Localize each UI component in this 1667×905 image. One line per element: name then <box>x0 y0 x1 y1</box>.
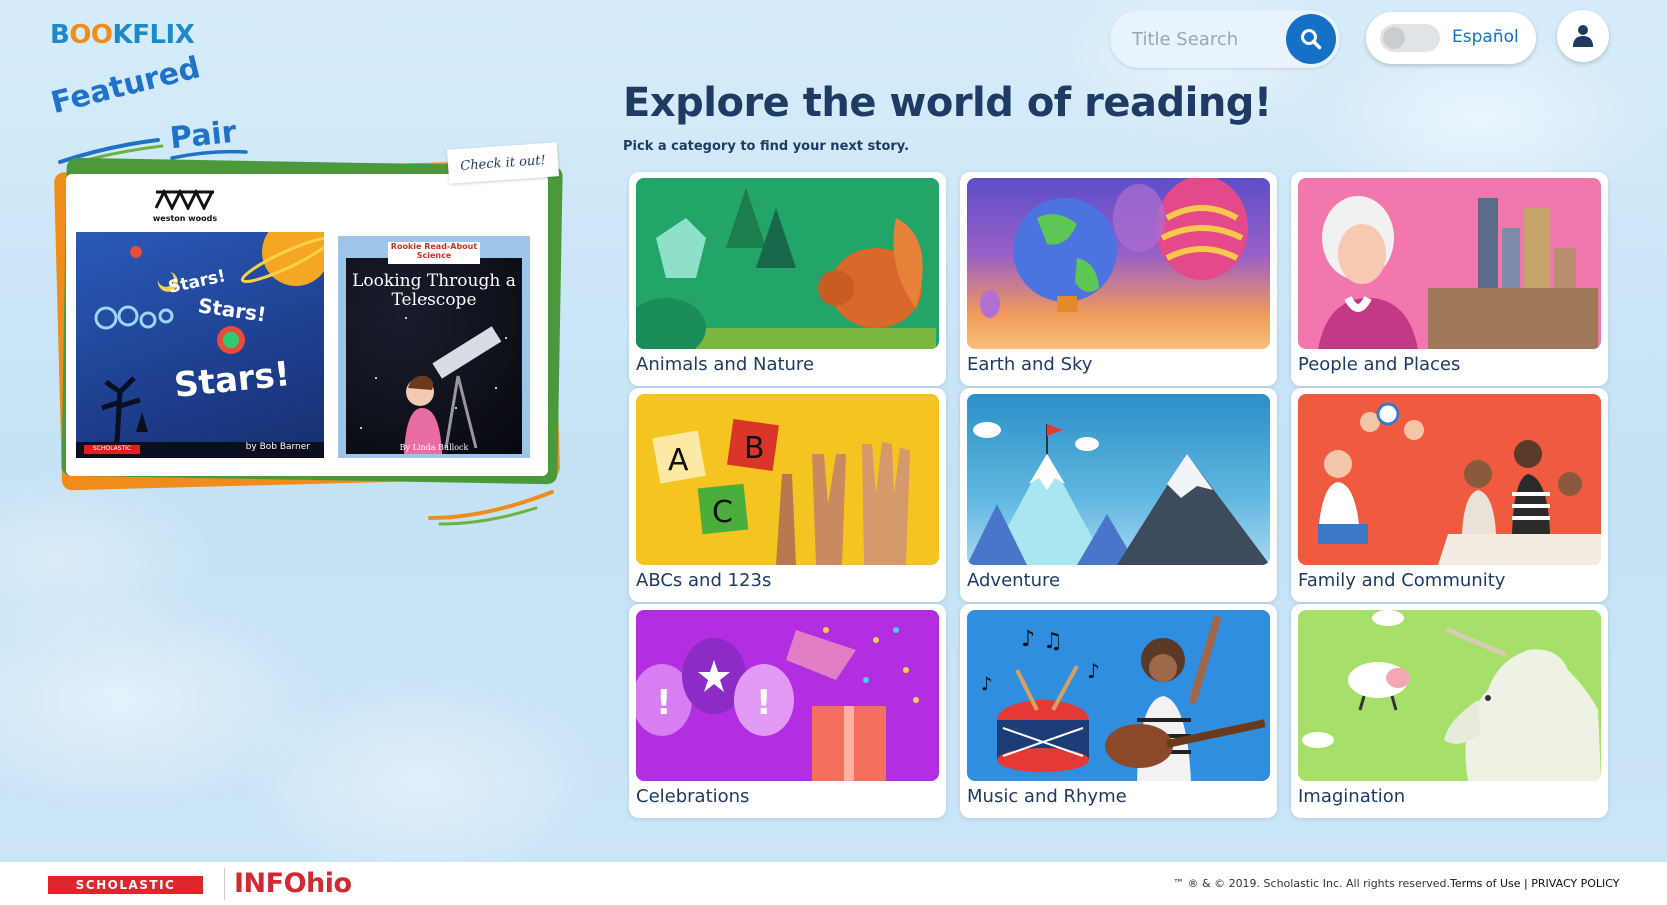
category-image-earth <box>967 178 1270 349</box>
category-image-abcs: A B C <box>636 394 939 565</box>
svg-text:♪: ♪ <box>1087 659 1100 683</box>
page-subheadline: Pick a category to find your next story. <box>623 139 910 154</box>
category-label: Adventure <box>967 570 1061 591</box>
svg-text:♫: ♫ <box>1043 629 1063 654</box>
abcs-illustration: A B C <box>652 419 910 565</box>
book2-series-label: Rookie Read-About Science <box>388 242 480 264</box>
book1-author: by Bob Barner <box>245 442 310 452</box>
earth-illustration <box>980 178 1248 318</box>
page-headline: Explore the world of reading! <box>623 80 1272 126</box>
logo-letter-b: B <box>50 20 70 50</box>
category-label: ABCs and 123s <box>636 570 772 591</box>
bookflix-logo[interactable]: BOOKFLIX <box>50 20 195 50</box>
footer-links: Terms of Use | PRIVACY POLICY <box>1450 877 1620 890</box>
svg-text:B: B <box>744 431 765 466</box>
svg-text:C: C <box>712 495 733 530</box>
book-cover-stars[interactable]: Stars! Stars! Stars! by Bob Barner SCHOL… <box>76 232 324 458</box>
decorative-swoosh <box>428 490 554 526</box>
svg-text:A: A <box>668 443 689 478</box>
category-label: Animals and Nature <box>636 354 815 375</box>
weston-woods-logo: weston woods <box>150 188 220 223</box>
celebrations-illustration: ! ! <box>636 627 919 781</box>
category-tile-adventure[interactable]: Adventure <box>960 388 1277 602</box>
book1-imprint: SCHOLASTIC <box>84 445 140 454</box>
category-label: Imagination <box>1298 786 1406 807</box>
book2-title: Looking Through a Telescope <box>352 271 516 310</box>
account-button[interactable] <box>1557 10 1609 62</box>
logo-letters-kflix: KFLIX <box>112 20 195 50</box>
category-label: Earth and Sky <box>967 354 1093 375</box>
category-label: People and Places <box>1298 354 1461 375</box>
category-image-animals <box>636 178 939 349</box>
scholastic-logo[interactable]: SCHOLASTIC <box>48 876 203 894</box>
category-tile-family-and-community[interactable]: Family and Community <box>1291 388 1608 602</box>
book-cover-telescope[interactable]: Rookie Read-About Science Looking Throug… <box>338 236 530 458</box>
svg-text:!: ! <box>656 683 672 723</box>
category-tile-abcs-and-123s[interactable]: A B C ABCs and 123s <box>629 388 946 602</box>
toggle-knob <box>1383 27 1405 49</box>
weston-woods-mark-icon <box>154 188 214 212</box>
category-image-celebrations: ! ! <box>636 610 939 781</box>
book2-author: By Linda Bullock <box>399 443 469 452</box>
user-icon <box>1573 25 1593 47</box>
category-image-people <box>1298 178 1601 349</box>
people-illustration <box>1318 196 1598 349</box>
category-label: Celebrations <box>636 786 750 807</box>
logo-letters-oo: OO <box>69 20 113 50</box>
search-icon <box>1301 29 1322 50</box>
publisher-name: weston woods <box>152 214 218 223</box>
animals-illustration <box>636 188 936 349</box>
title-search <box>1110 10 1340 68</box>
search-button[interactable] <box>1286 14 1336 64</box>
footer-divider <box>224 868 225 900</box>
featured-pair-title: Featured Pair <box>48 50 252 168</box>
category-image-adventure <box>967 394 1270 565</box>
svg-text:!: ! <box>756 683 772 723</box>
book1-art <box>76 232 324 458</box>
category-tile-animals-and-nature[interactable]: Animals and Nature <box>629 172 946 386</box>
category-tile-music-and-rhyme[interactable]: ♪ ♫ ♪ ♪ Music and Rhyme <box>960 604 1277 818</box>
infohio-logo[interactable]: INFOhio <box>234 868 352 899</box>
category-tile-celebrations[interactable]: ! ! Celebrations <box>629 604 946 818</box>
category-tile-people-and-places[interactable]: People and Places <box>1291 172 1608 386</box>
category-image-music: ♪ ♫ ♪ ♪ <box>967 610 1270 781</box>
family-illustration <box>1318 402 1601 565</box>
imagination-illustration <box>1302 610 1601 781</box>
privacy-policy-link[interactable]: PRIVACY POLICY <box>1531 877 1619 890</box>
category-image-imagination <box>1298 610 1601 781</box>
language-label: Español <box>1452 27 1519 47</box>
svg-text:♪: ♪ <box>1021 627 1035 652</box>
terms-of-use-link[interactable]: Terms of Use <box>1450 877 1521 890</box>
copyright-text: ™ ® & © 2019. Scholastic Inc. All rights… <box>1173 877 1451 890</box>
footer: SCHOLASTIC INFOhio ™ ® & © 2019. Scholas… <box>0 862 1667 905</box>
language-toggle[interactable]: Español <box>1366 12 1536 64</box>
category-tile-earth-and-sky[interactable]: Earth and Sky <box>960 172 1277 386</box>
search-input[interactable] <box>1132 24 1282 54</box>
svg-text:♪: ♪ <box>981 674 993 695</box>
music-illustration: ♪ ♫ ♪ ♪ <box>981 616 1266 781</box>
category-label: Family and Community <box>1298 570 1506 591</box>
category-image-family <box>1298 394 1601 565</box>
category-label: Music and Rhyme <box>967 786 1127 807</box>
category-tile-imagination[interactable]: Imagination <box>1291 604 1608 818</box>
toggle-switch[interactable] <box>1380 24 1440 52</box>
adventure-illustration <box>967 422 1270 565</box>
footer-link-separator: | <box>1524 877 1528 890</box>
